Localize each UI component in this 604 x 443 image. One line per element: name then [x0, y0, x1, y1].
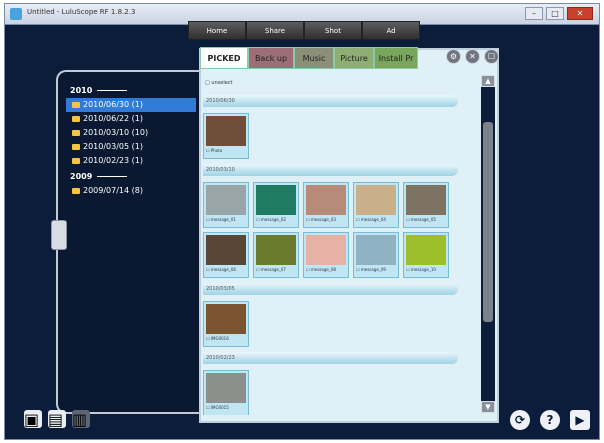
timeline-panel: 2010 2010/06/30 (1) 2010/06/22 (1) 2010/… [51, 70, 201, 414]
date-item[interactable]: 2010/03/05 (1) [66, 140, 196, 154]
date-item[interactable]: 2010/02/23 (1) [66, 154, 196, 168]
minimize-button[interactable]: – [525, 7, 543, 20]
settings-icon[interactable]: ⚙ [446, 49, 461, 64]
timeline-handle[interactable] [51, 220, 67, 250]
tool-2-icon[interactable]: ▤ [48, 410, 66, 429]
bottom-left-tools: ▣ ▤ ▥ [24, 410, 90, 429]
photo-thumb[interactable]: ☐ message_07 [253, 232, 299, 278]
photo-group: 2010/02/23 ☐ IMG0015 [203, 352, 478, 415]
group-header: 2010/02/23 [203, 352, 458, 364]
app-icon [10, 8, 22, 20]
folder-icon [72, 144, 80, 150]
photo-thumb[interactable]: ☐ message_03 [303, 182, 349, 228]
photo-thumb[interactable]: ☐ message_08 [303, 232, 349, 278]
photo-thumb[interactable]: ☐ IMG0015 [203, 370, 249, 415]
photo-thumb[interactable]: ☐ message_02 [253, 182, 299, 228]
help-icon[interactable]: ? [540, 410, 560, 430]
close-button[interactable]: ✕ [567, 7, 593, 20]
tab-install[interactable]: Install Pr [374, 47, 418, 69]
year-2009: 2009 [70, 172, 196, 181]
year-2010: 2010 [70, 86, 196, 95]
photo-group: 2010/06/30 ☐ Photo [203, 95, 478, 159]
tab-backup[interactable]: Back up [248, 47, 294, 69]
window-title: Untitled - LuluScope RF 1.8.2.3 [27, 8, 136, 16]
maximize-button[interactable]: □ [546, 7, 564, 20]
date-item[interactable]: 2010/06/22 (1) [66, 112, 196, 126]
scroll-thumb[interactable] [483, 122, 493, 322]
nav-share[interactable]: Share [246, 21, 304, 40]
sync-icon[interactable]: ⟳ [510, 410, 530, 430]
nav-ad[interactable]: Ad [362, 21, 420, 40]
group-header: 2010/03/10 [203, 164, 458, 176]
photo-thumb[interactable]: ☐ message_10 [403, 232, 449, 278]
date-item[interactable]: 2009/07/14 (8) [66, 184, 196, 198]
folder-icon [72, 158, 80, 164]
tool-3-icon[interactable]: ▥ [72, 410, 90, 429]
trash-icon[interactable]: ☐ [484, 49, 499, 64]
select-all[interactable]: □ unselect [205, 80, 233, 86]
nav-home[interactable]: Home [188, 21, 246, 40]
play-icon[interactable]: ▶ [570, 410, 590, 430]
folder-icon [72, 130, 80, 136]
photo-grid: 2010/06/30 ☐ Photo 2010/03/10 ☐ message_… [203, 95, 478, 415]
tab-picture[interactable]: Picture [334, 47, 374, 69]
folder-icon [72, 102, 80, 108]
scrollbar[interactable]: ▲ ▼ [481, 75, 495, 415]
scroll-up-icon[interactable]: ▲ [481, 75, 495, 87]
photo-thumb[interactable]: ☐ message_09 [353, 232, 399, 278]
photo-thumb[interactable]: ☐ message_06 [203, 232, 249, 278]
photo-thumb[interactable]: ☐ IMG0016 [203, 301, 249, 347]
tab-picked[interactable]: PICKED [200, 47, 248, 69]
photo-thumb[interactable]: ☐ Photo [203, 113, 249, 159]
bottom-right-tools: ⟳ ? ▶ [510, 410, 590, 430]
nav-shot[interactable]: Shot [304, 21, 362, 40]
group-header: 2010/06/30 [203, 95, 458, 107]
top-navigation: Home Share Shot Ad [188, 21, 420, 40]
tool-1-icon[interactable]: ▣ [24, 410, 42, 429]
folder-icon [72, 116, 80, 122]
scroll-down-icon[interactable]: ▼ [481, 401, 495, 413]
date-item[interactable]: 2010/03/10 (10) [66, 126, 196, 140]
date-item[interactable]: 2010/06/30 (1) [66, 98, 196, 112]
tab-bar: PICKED Back up Music Picture Install Pr [200, 47, 418, 69]
photo-thumb[interactable]: ☐ message_04 [353, 182, 399, 228]
photo-group: 2010/03/10 ☐ message_01 ☐ message_02 ☐ m… [203, 164, 478, 278]
photo-thumb[interactable]: ☐ message_01 [203, 182, 249, 228]
scroll-track[interactable] [481, 87, 495, 401]
photo-group: 2010/03/05 ☐ IMG0016 [203, 283, 478, 347]
delete-icon[interactable]: ✕ [465, 49, 480, 64]
photo-thumb[interactable]: ☐ message_05 [403, 182, 449, 228]
folder-icon [72, 188, 80, 194]
tab-music[interactable]: Music [294, 47, 334, 69]
group-header: 2010/03/05 [203, 283, 458, 295]
panel-actions: ⚙ ✕ ☐ [446, 49, 499, 64]
